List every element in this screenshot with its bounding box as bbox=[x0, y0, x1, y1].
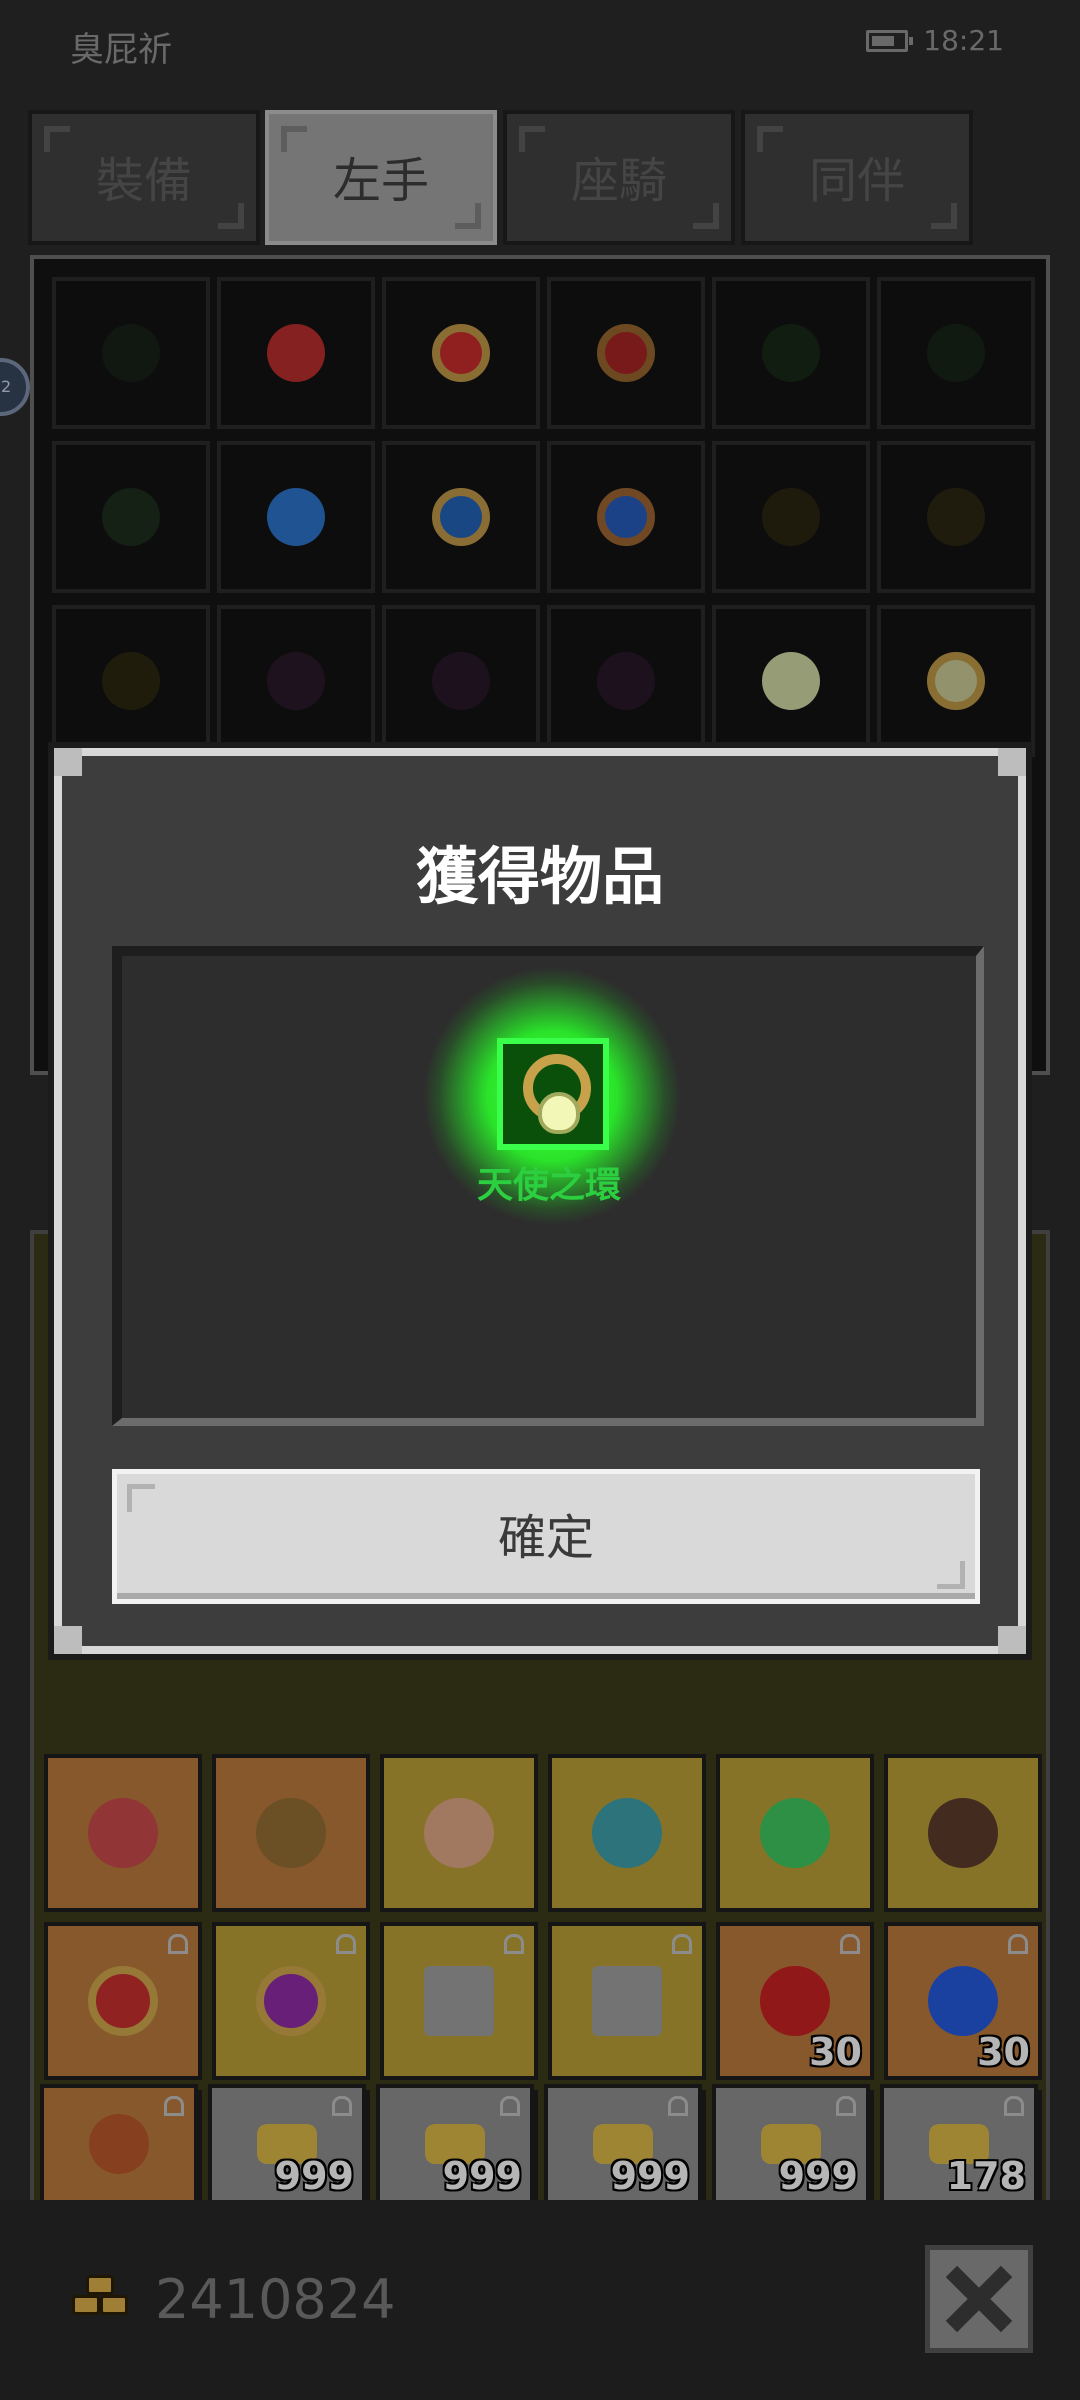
item-obtained-dialog: 獲得物品 天使之環 確定 bbox=[54, 748, 1026, 1654]
dialog-title: 獲得物品 bbox=[415, 840, 664, 913]
reward-panel: 天使之環 bbox=[112, 946, 984, 1426]
button-corner bbox=[937, 1561, 965, 1589]
frame-corner bbox=[54, 1626, 82, 1654]
ring-gem bbox=[538, 1092, 580, 1134]
angel-ring-icon[interactable] bbox=[497, 1038, 609, 1150]
frame-corner bbox=[54, 748, 82, 776]
frame-corner bbox=[998, 1626, 1026, 1654]
frame-corner bbox=[998, 748, 1026, 776]
item-name: 天使之環 bbox=[476, 1165, 621, 1206]
button-corner bbox=[127, 1484, 155, 1512]
confirm-button[interactable]: 確定 bbox=[112, 1469, 980, 1604]
confirm-label: 確定 bbox=[497, 1510, 594, 1566]
